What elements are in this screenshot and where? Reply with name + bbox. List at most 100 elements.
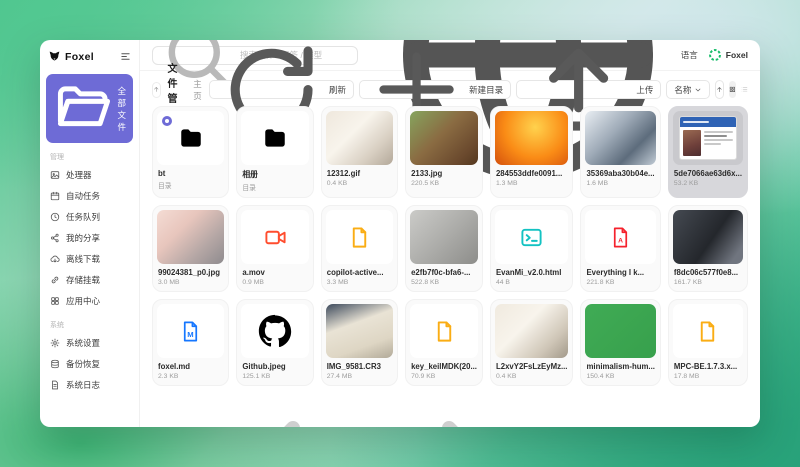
- language-label: 语言: [681, 49, 698, 61]
- prev-page-button[interactable]: [188, 393, 356, 427]
- sidebar-item-backup-restore[interactable]: 备份恢复: [46, 353, 133, 374]
- sidebar-item-my-shares[interactable]: 我的分享: [46, 227, 133, 248]
- sidebar-item-storage-mount[interactable]: 存储挂载: [46, 269, 133, 290]
- file-thumbnail: [410, 304, 478, 358]
- file-card[interactable]: 5de7066ae63d6x...53.2 KB: [668, 106, 748, 198]
- file-thumbnail: M: [157, 304, 224, 358]
- folder-icon: [262, 125, 288, 151]
- file-card[interactable]: f8dc06c577f0e8... 161.7 KB: [668, 205, 748, 292]
- file-card[interactable]: 相册目录: [236, 106, 313, 198]
- file-file-icon: [696, 320, 719, 343]
- image-thumbnail: [410, 111, 478, 165]
- file-thumbnail: [241, 210, 308, 264]
- image-thumbnail: [410, 210, 478, 264]
- file-card[interactable]: a.mov0.9 MB: [236, 205, 313, 292]
- sidebar-item-label: 系统设置: [66, 337, 100, 349]
- file-card[interactable]: 12312.gif0.4 KB: [321, 106, 398, 198]
- file-name: 相册: [241, 169, 308, 180]
- svg-text:M: M: [187, 329, 193, 338]
- user-menu[interactable]: Foxel: [708, 48, 748, 62]
- chevron-down-icon: [694, 86, 702, 94]
- file-card[interactable]: L2xvY2FsLzEyMz...0.4 KB: [490, 299, 574, 386]
- sidebar-item-processor[interactable]: 处理器: [46, 164, 133, 185]
- file-card[interactable]: copilot-active...3.3 MB: [321, 205, 398, 292]
- sidebar-item-auto-tasks[interactable]: 自动任务: [46, 185, 133, 206]
- file-card[interactable]: Github.jpeg 125.1 KB: [236, 299, 313, 386]
- file-size: 0.9 MB: [241, 279, 308, 287]
- video-file-icon: [264, 226, 287, 249]
- image-thumbnail: [495, 304, 569, 358]
- grid-view-icon: [729, 86, 736, 93]
- svg-text:A: A: [618, 237, 623, 244]
- settings-icon: [50, 338, 60, 348]
- app-window: Foxel 全部文件 管理处理器自动任务任务队列我的分享离线下载存储挂载应用中心…: [40, 40, 760, 427]
- file-card[interactable]: 284553ddfe0091...1.3 MB: [490, 106, 574, 198]
- file-grid: bt目录相册目录12312.gif0.4 KB2133.jpg220.5 KB2…: [152, 106, 748, 386]
- file-size: 0.4 KB: [326, 180, 393, 188]
- file-card[interactable]: e2fb7f0c-bfa6-...522.8 KB: [405, 205, 483, 292]
- file-thumbnail: [326, 210, 393, 264]
- breadcrumb[interactable]: 主页: [193, 78, 202, 102]
- sidebar-item-settings[interactable]: 系统设置: [46, 332, 133, 353]
- sidebar-item-label: 自动任务: [66, 190, 100, 202]
- sidebar-item-label: 系统日志: [66, 379, 100, 391]
- brand-name: Foxel: [65, 51, 116, 63]
- sort-direction-button[interactable]: [715, 80, 724, 99]
- file-thumbnail: [495, 210, 569, 264]
- image-thumbnail: [495, 111, 569, 165]
- next-page-button[interactable]: [386, 393, 554, 427]
- file-size: 27.4 MB: [326, 373, 393, 381]
- file-name: f8dc06c577f0e8...: [673, 268, 743, 277]
- go-up-button[interactable]: [152, 82, 161, 98]
- list-view-button[interactable]: [741, 81, 748, 98]
- id-card-graphic: [679, 116, 737, 160]
- file-thumbnail: [673, 304, 743, 358]
- file-name: minimalism-hum...: [585, 362, 655, 371]
- file-size: 目录: [241, 182, 308, 193]
- auto-tasks-icon: [50, 191, 60, 201]
- folder-icon: [178, 125, 204, 151]
- file-card[interactable]: bt目录: [152, 106, 229, 198]
- sidebar-item-task-queue[interactable]: 任务队列: [46, 206, 133, 227]
- file-card[interactable]: 2133.jpg220.5 KB: [405, 106, 483, 198]
- file-size: 17.8 MB: [673, 373, 743, 381]
- sidebar-item-system-logs[interactable]: 系统日志: [46, 374, 133, 395]
- terminal-file-icon: [520, 226, 543, 249]
- grid-view-button[interactable]: [729, 81, 736, 98]
- file-size: 161.7 KB: [673, 279, 743, 287]
- file-card[interactable]: IMG_9581.CR3 27.4 MB: [321, 299, 398, 386]
- pdf-file-icon: A: [609, 226, 632, 249]
- file-name: Github.jpeg: [241, 362, 308, 371]
- sidebar-item-app-center[interactable]: 应用中心: [46, 290, 133, 311]
- image-thumbnail: [241, 304, 308, 358]
- sidebar-item-label: 存储挂载: [66, 274, 100, 286]
- file-name: bt: [157, 169, 224, 178]
- task-queue-icon: [50, 212, 60, 222]
- new-folder-button[interactable]: 新建目录: [359, 80, 511, 99]
- arrow-up-icon: [153, 86, 160, 93]
- file-card[interactable]: key_keilMDK(20...70.9 KB: [405, 299, 483, 386]
- sidebar-item-all-files[interactable]: 全部文件: [46, 74, 133, 143]
- file-size: 1.6 MB: [585, 180, 655, 188]
- backup-restore-icon: [50, 359, 60, 369]
- file-card[interactable]: minimalism-hum...150.4 KB: [580, 299, 660, 386]
- file-card[interactable]: EvanMi_v2.0.html44 B: [490, 205, 574, 292]
- file-name: Everything I k...: [585, 268, 655, 277]
- sort-select[interactable]: 名称: [666, 80, 710, 99]
- sidebar-collapse-icon[interactable]: [120, 51, 131, 62]
- file-card[interactable]: 35369aba30b04e...1.6 MB: [580, 106, 660, 198]
- file-name: key_keilMDK(20...: [410, 362, 478, 371]
- file-card[interactable]: 99024381_p0.jpg3.0 MB: [152, 205, 229, 292]
- sidebar-item-offline-download[interactable]: 离线下载: [46, 248, 133, 269]
- upload-button[interactable]: 上传: [516, 80, 661, 99]
- file-size: 125.1 KB: [241, 373, 308, 381]
- file-name: 5de7066ae63d6x...: [673, 169, 743, 178]
- file-card[interactable]: Mfoxel.md2.3 KB: [152, 299, 229, 386]
- content-header: 文件管理 主页 刷新 新建目录 上传: [152, 79, 748, 100]
- file-card[interactable]: MPC-BE.1.7.3.x...17.8 MB: [668, 299, 748, 386]
- page-size-select[interactable]: 50 条/页: [561, 394, 748, 427]
- file-card[interactable]: AEverything I k...221.8 KB: [580, 205, 660, 292]
- refresh-button[interactable]: 刷新: [209, 80, 354, 99]
- sidebar: Foxel 全部文件 管理处理器自动任务任务队列我的分享离线下载存储挂载应用中心…: [40, 40, 140, 427]
- file-name: IMG_9581.CR3: [326, 362, 393, 371]
